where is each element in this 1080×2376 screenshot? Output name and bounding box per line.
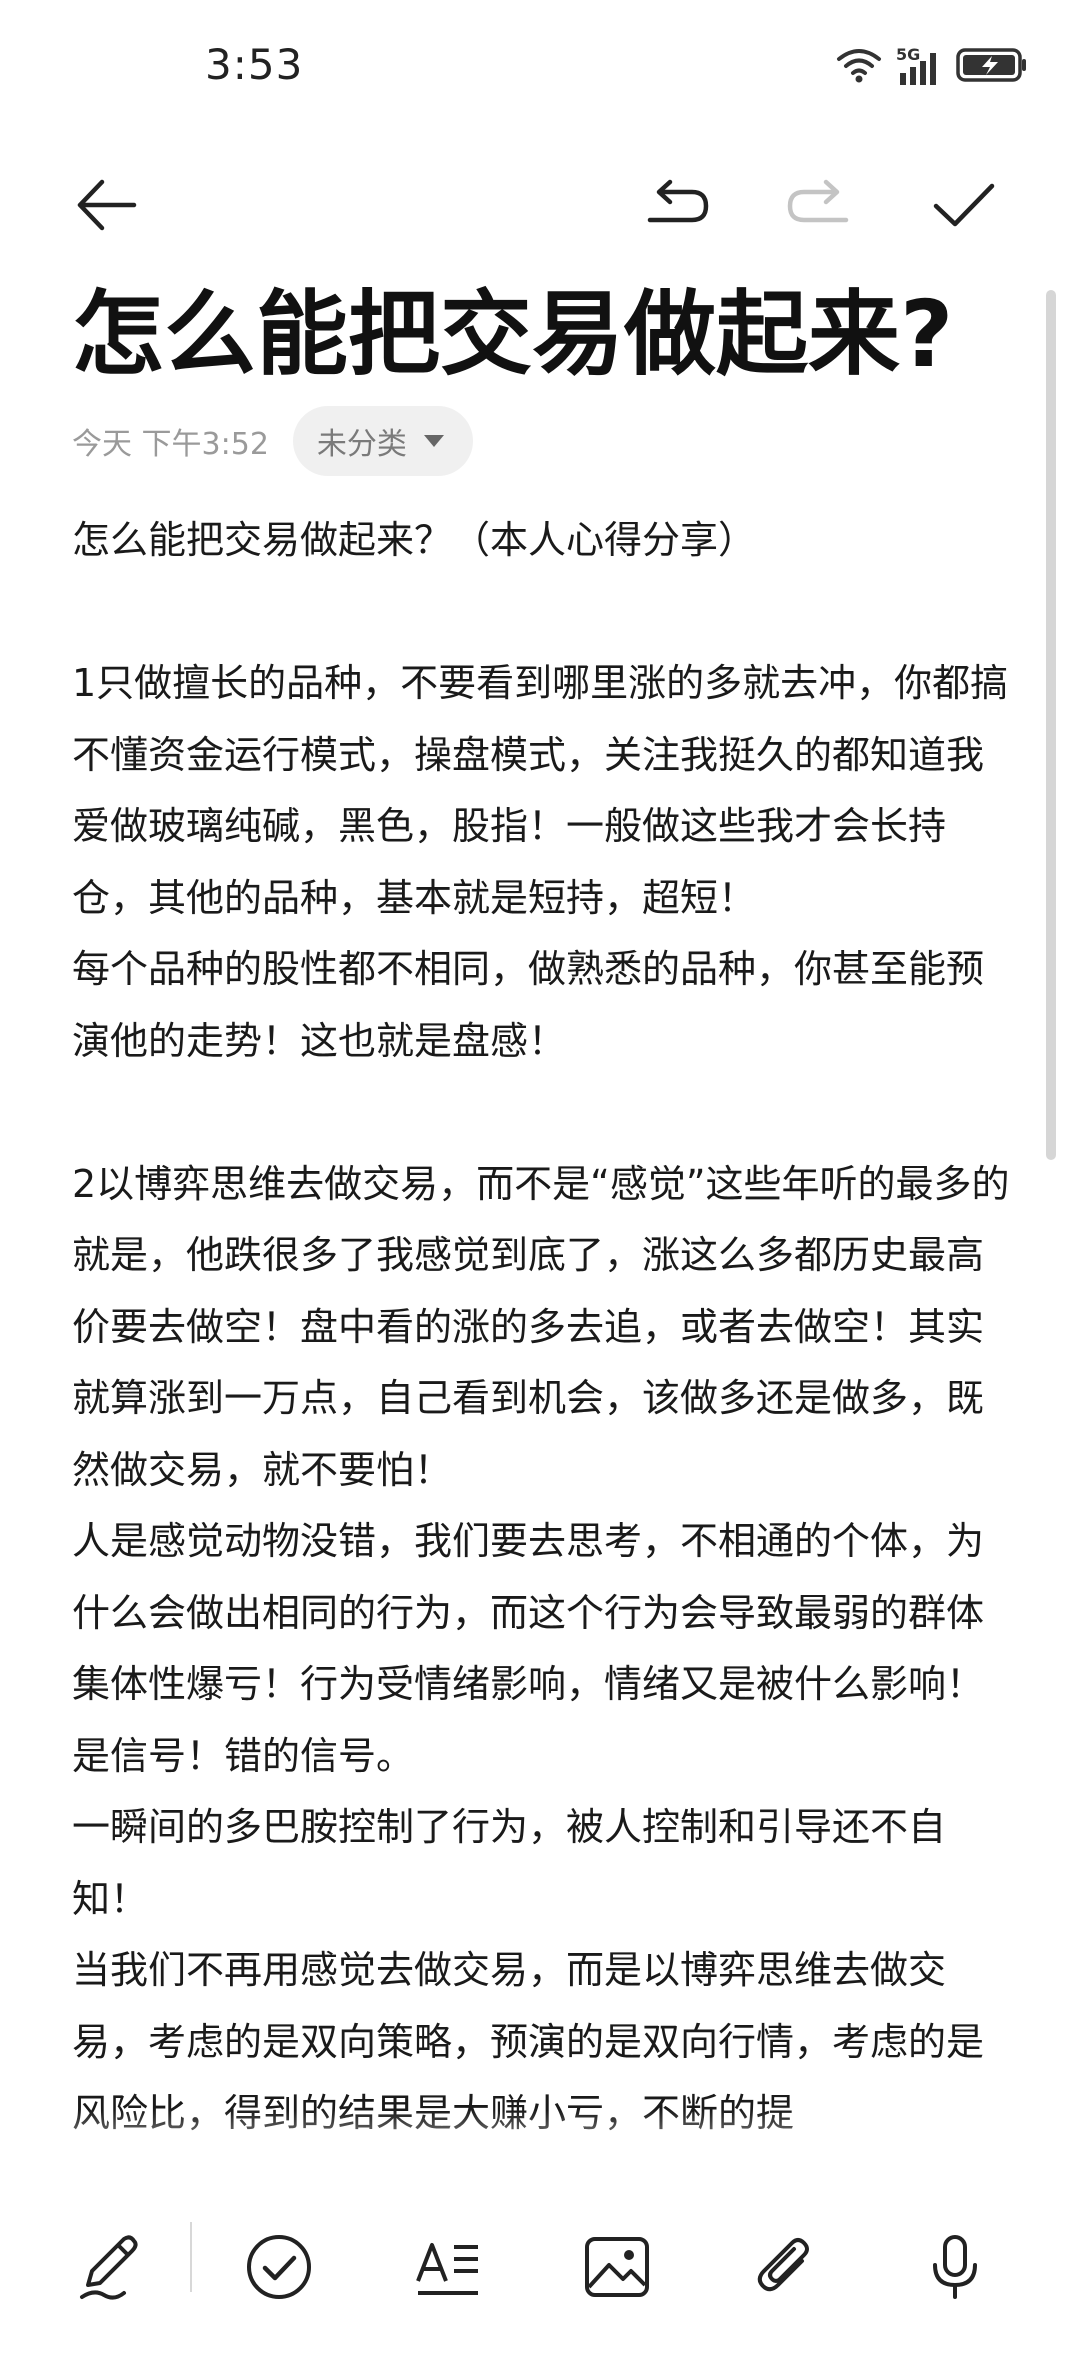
status-bar: 3:53 5G — [0, 0, 1080, 130]
wifi-icon — [836, 47, 882, 87]
image-icon — [585, 2237, 649, 2297]
text-format-icon — [416, 2243, 478, 2295]
pen-icon — [80, 2235, 138, 2300]
note-paragraph: 2以博弈思维去做交易，而不是“感觉”这些年听的最多的就是，他跌很多了我感觉到底了… — [72, 1161, 1010, 1492]
editor-toolbar — [0, 160, 1080, 250]
redo-button[interactable] — [774, 160, 864, 250]
note-paragraph — [72, 577, 1012, 649]
toolbar-divider — [190, 2222, 192, 2292]
checklist-icon — [247, 2235, 311, 2299]
note-date: 今天 下午3:52 — [72, 427, 269, 462]
category-label: 未分类 — [316, 427, 407, 462]
checklist-button[interactable] — [234, 2222, 324, 2312]
note-paragraph: 怎么能把交易做起来？（本人心得分享） — [72, 518, 757, 562]
attachment-button[interactable] — [741, 2222, 831, 2312]
attachment-icon — [757, 2238, 809, 2292]
done-button[interactable] — [918, 160, 1008, 250]
check-icon — [933, 183, 995, 227]
back-button[interactable] — [62, 160, 152, 250]
bottom-toolbar — [0, 2180, 1080, 2376]
note-paragraph: 1只做擅长的品种，不要看到哪里涨的多就去冲，你都搞不懂资金运行模式，操盘模式，关… — [72, 661, 1009, 920]
back-arrow-icon — [77, 179, 137, 231]
status-time: 3:53 — [205, 40, 304, 89]
note-editor-screen: 3:53 5G 怎么能把交易做起来? 今天 下午3:52 未分类 怎么能把交易做… — [0, 0, 1080, 2376]
note-meta: 今天 下午3:52 未分类 — [72, 405, 473, 477]
redo-icon — [787, 179, 849, 223]
note-paragraph — [72, 1077, 1012, 1149]
text-format-button[interactable] — [403, 2222, 493, 2312]
handwriting-button[interactable] — [65, 2222, 155, 2312]
scrollbar[interactable] — [1046, 290, 1056, 1160]
chevron-down-icon — [423, 435, 444, 447]
note-paragraph: 人是感觉动物没错，我们要去思考，不相通的个体，为什么会做出相同的行为，而这个行为… — [72, 1519, 985, 1778]
category-dropdown[interactable]: 未分类 — [292, 406, 473, 476]
note-body[interactable]: 怎么能把交易做起来？（本人心得分享） 1只做擅长的品种，不要看到哪里涨的多就去冲… — [72, 505, 1012, 2160]
microphone-icon — [933, 2235, 977, 2299]
note-title[interactable]: 怎么能把交易做起来? — [72, 280, 1032, 390]
signal-icon: 5G — [896, 45, 942, 87]
battery-charging-icon — [956, 47, 1028, 87]
insert-image-button[interactable] — [572, 2222, 662, 2312]
note-paragraph: 每个品种的股性都不相同，做熟悉的品种，你甚至能预演他的走势！这也就是盘感！ — [72, 947, 985, 1063]
voice-input-button[interactable] — [910, 2222, 1000, 2312]
note-paragraph: 一瞬间的多巴胺控制了行为，被人控制和引导还不自知！ — [72, 1805, 947, 1921]
status-icons: 5G — [836, 42, 1028, 92]
content-fade — [0, 2110, 1080, 2180]
undo-icon — [647, 179, 709, 223]
undo-button[interactable] — [632, 160, 722, 250]
